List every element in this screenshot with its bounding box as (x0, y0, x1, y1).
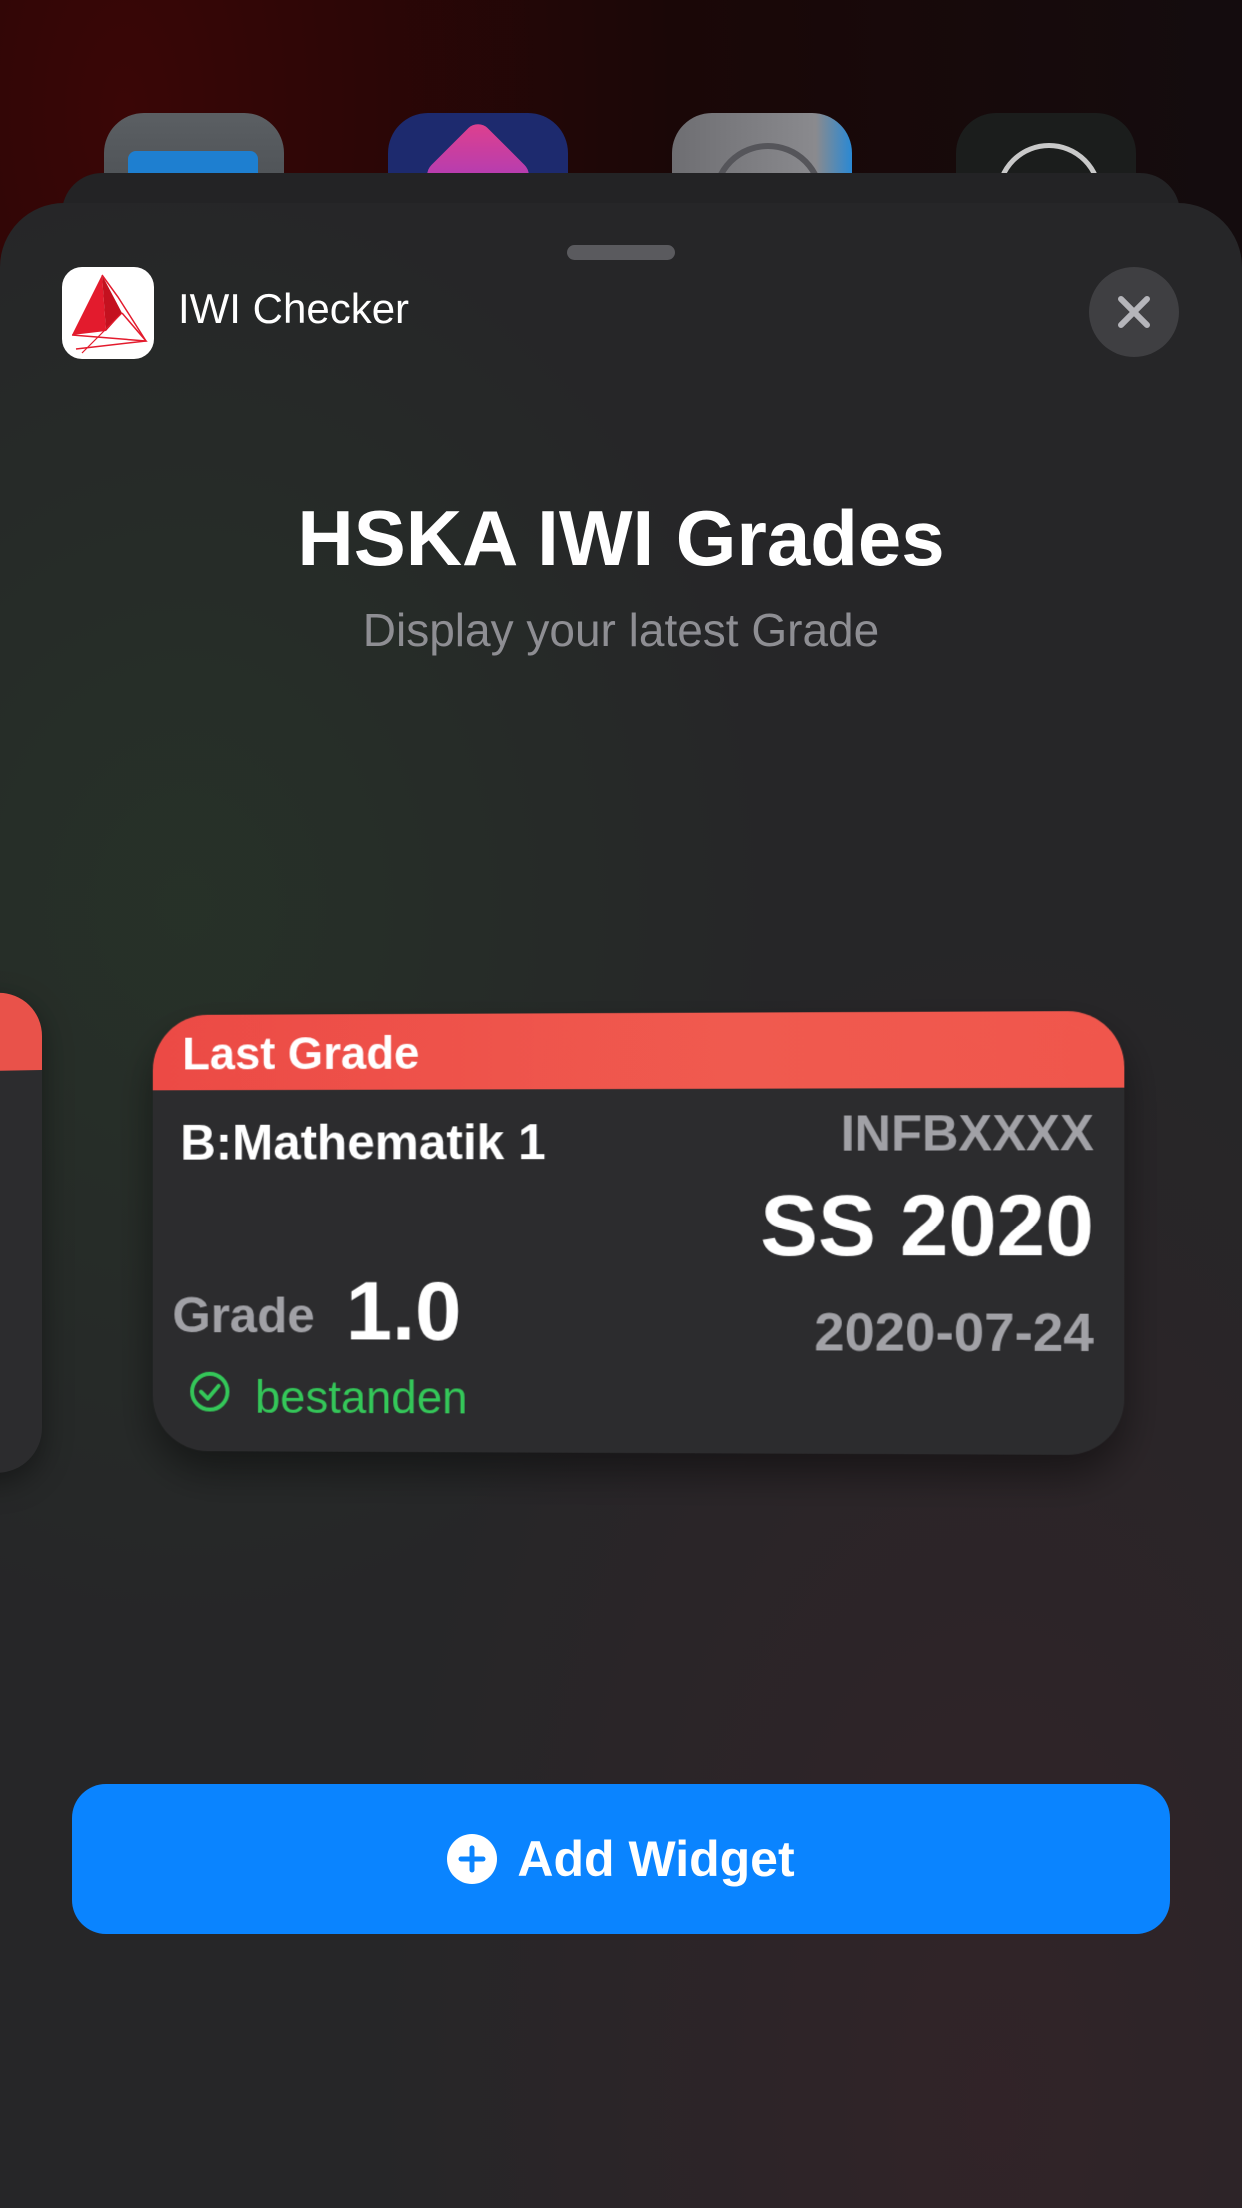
sail-logo-icon (71, 274, 148, 354)
previous-widget-preview[interactable] (0, 992, 42, 1474)
close-icon (1118, 296, 1150, 328)
widget-preview[interactable]: Last Grade B:Mathematik 1 INFBXXXX SS 20… (152, 1010, 1125, 1456)
app-icon (62, 267, 154, 359)
widget-description: Display your latest Grade (362, 604, 880, 656)
widget-title: HSKA IWI Grades (297, 494, 945, 582)
grade-value: 1.0 (345, 1263, 462, 1358)
plus-circle-icon (447, 1834, 498, 1884)
grade-date: 2020-07-24 (814, 1302, 1094, 1364)
checkmark-circle-icon (188, 1370, 231, 1414)
course-name: B:Mathematik 1 (180, 1114, 546, 1171)
sheet-grabber[interactable] (567, 245, 675, 260)
widget-header-title: Last Grade (182, 1026, 420, 1080)
semester: SS 2020 (760, 1177, 1094, 1275)
app-name: IWI Checker (178, 285, 410, 332)
grade-label: Grade (172, 1287, 315, 1344)
add-widget-label: Add Widget (517, 1831, 795, 1887)
close-button[interactable] (1089, 267, 1179, 357)
status-text: bestanden (255, 1370, 468, 1424)
add-widget-button[interactable]: Add Widget (72, 1784, 1170, 1934)
course-id: INFBXXXX (840, 1104, 1094, 1162)
